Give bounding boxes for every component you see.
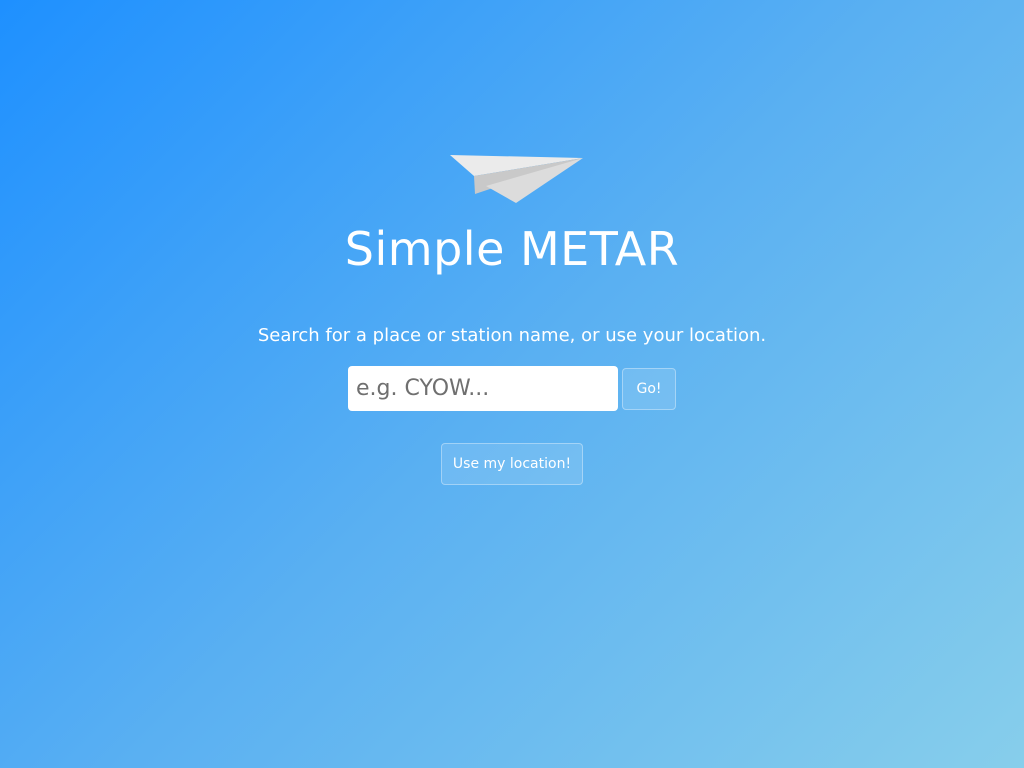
page-title: Simple METAR: [344, 222, 680, 276]
search-input[interactable]: [348, 366, 618, 411]
search-instructions: Search for a place or station name, or u…: [257, 325, 767, 346]
use-location-button[interactable]: Use my location!: [441, 443, 583, 485]
paper-plane-icon: [450, 154, 584, 204]
go-button[interactable]: Go!: [622, 368, 676, 410]
